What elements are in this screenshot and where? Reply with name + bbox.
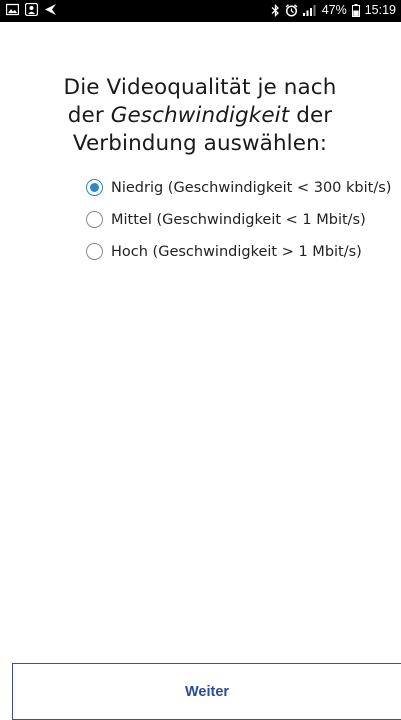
question-line-3: Verbindung auswählen: [72,131,328,156]
question-line-2: der Geschwindigkeit der [40,102,360,130]
gallery-icon [5,3,20,16]
battery-icon [351,3,360,17]
quality-options: Niedrig (Geschwindigkeit < 300 kbit/s) M… [86,175,401,271]
alarm-icon [285,3,298,17]
option-medium[interactable]: Mittel (Geschwindigkeit < 1 Mbit/s) [86,207,401,232]
status-bar-left [5,2,57,17]
contact-icon [24,2,39,17]
option-medium-label: Mittel (Geschwindigkeit < 1 Mbit/s) [111,211,366,228]
battery-percent: 47% [321,3,347,17]
question-line-1: Die Videoqualität je nach [63,75,337,100]
radio-high[interactable] [86,243,103,260]
option-high[interactable]: Hoch (Geschwindigkeit > 1 Mbit/s) [86,239,401,264]
question-line-2-prefix: der [67,103,111,128]
status-bar-right: 47% 15:19 [271,3,396,17]
bluetooth-icon [271,3,280,17]
radio-medium[interactable] [86,211,103,228]
option-low[interactable]: Niedrig (Geschwindigkeit < 300 kbit/s) [86,175,401,200]
question-heading: Die Videoqualität je nach der Geschwindi… [40,74,360,158]
signal-icon [302,4,317,16]
clock-time: 15:19 [364,3,396,17]
status-bar: 47% 15:19 [0,0,401,22]
question-line-2-suffix: der [289,103,333,128]
option-high-label: Hoch (Geschwindigkeit > 1 Mbit/s) [111,243,362,260]
next-button[interactable]: Weiter [13,664,401,719]
radio-low[interactable] [86,179,103,196]
send-icon [44,3,57,16]
option-low-label: Niedrig (Geschwindigkeit < 300 kbit/s) [111,179,392,196]
question-emphasis: Geschwindigkeit [110,103,290,128]
footer-bar: Weiter [12,663,401,720]
